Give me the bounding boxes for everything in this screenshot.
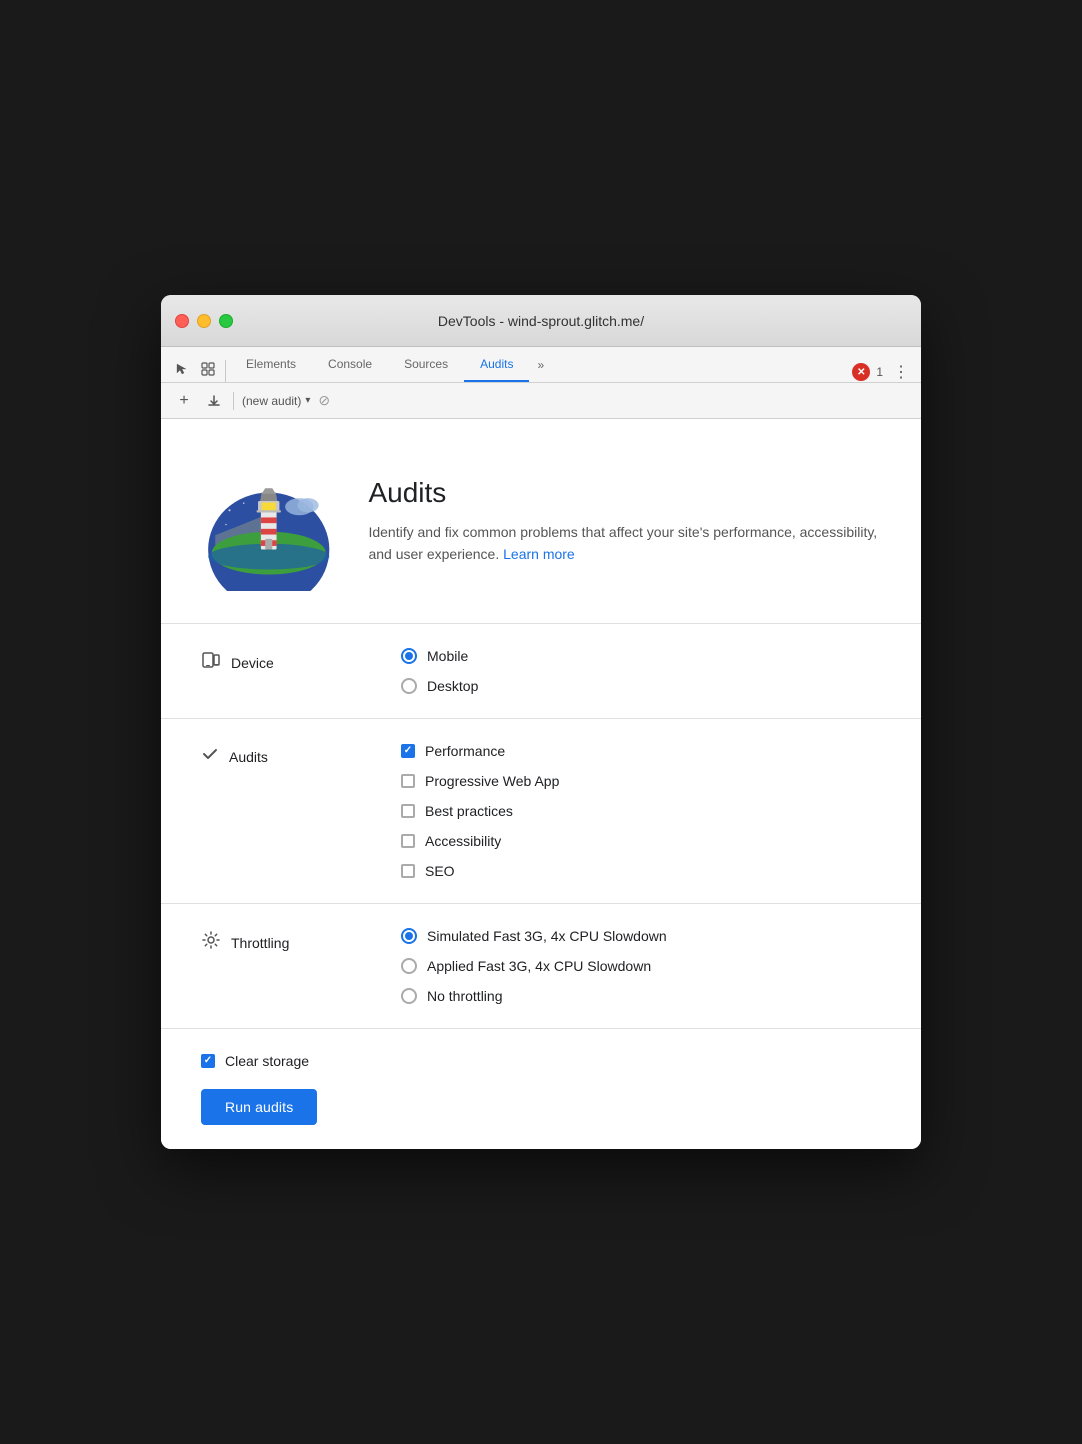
title-bar: DevTools - wind-sprout.glitch.me/ xyxy=(161,295,921,347)
hero-text: Audits Identify and fix common problems … xyxy=(368,477,881,566)
main-content: Audits Identify and fix common problems … xyxy=(161,419,921,1149)
tab-elements[interactable]: Elements xyxy=(230,347,312,382)
inspect-icon[interactable] xyxy=(195,356,221,382)
throttling-label: Throttling xyxy=(201,928,361,955)
tab-sources[interactable]: Sources xyxy=(388,347,464,382)
audit-select-text: (new audit) xyxy=(242,394,301,408)
simulated-radio[interactable] xyxy=(401,928,417,944)
device-mobile-option[interactable]: Mobile xyxy=(401,648,478,664)
throttling-options: Simulated Fast 3G, 4x CPU Slowdown Appli… xyxy=(401,928,667,1004)
window-title: DevTools - wind-sprout.glitch.me/ xyxy=(438,313,644,329)
applied-radio[interactable] xyxy=(401,958,417,974)
run-audits-button[interactable]: Run audits xyxy=(201,1089,317,1125)
more-menu-button[interactable]: ⋮ xyxy=(889,362,913,382)
hero-title: Audits xyxy=(368,477,881,509)
audit-selector[interactable]: (new audit) ▾ xyxy=(242,394,310,408)
cancel-icon[interactable]: ⊘ xyxy=(318,392,330,409)
audits-section: Audits Performance Progressive Web App B… xyxy=(161,719,921,904)
devtools-window: DevTools - wind-sprout.glitch.me/ Elemen… xyxy=(161,295,921,1149)
seo-checkbox[interactable] xyxy=(401,864,415,878)
audit-toolbar-divider xyxy=(233,392,234,410)
error-count: 1 xyxy=(876,365,883,379)
lighthouse-illustration xyxy=(201,451,336,591)
close-button[interactable] xyxy=(175,314,189,328)
tab-console[interactable]: Console xyxy=(312,347,388,382)
hero-description: Identify and fix common problems that af… xyxy=(368,521,881,566)
learn-more-link[interactable]: Learn more xyxy=(503,546,575,562)
desktop-radio[interactable] xyxy=(401,678,417,694)
tabs-right-controls: ✕ 1 ⋮ xyxy=(852,362,913,382)
audit-bestpractices-option[interactable]: Best practices xyxy=(401,803,559,819)
tab-audits[interactable]: Audits xyxy=(464,347,529,382)
clear-storage-checkbox[interactable] xyxy=(201,1054,215,1068)
device-label: Device xyxy=(201,648,361,675)
audit-pwa-option[interactable]: Progressive Web App xyxy=(401,773,559,789)
device-options: Mobile Desktop xyxy=(401,648,478,694)
throttling-none-option[interactable]: No throttling xyxy=(401,988,667,1004)
audit-seo-option[interactable]: SEO xyxy=(401,863,559,879)
tabs-bar: Elements Console Sources Audits » ✕ 1 ⋮ xyxy=(161,347,921,383)
gear-icon xyxy=(201,930,221,955)
throttling-section: Throttling Simulated Fast 3G, 4x CPU Slo… xyxy=(161,904,921,1029)
hero-section: Audits Identify and fix common problems … xyxy=(161,419,921,624)
bottom-section: Clear storage Run audits xyxy=(161,1029,921,1149)
mobile-radio[interactable] xyxy=(401,648,417,664)
bestpractices-checkbox[interactable] xyxy=(401,804,415,818)
maximize-button[interactable] xyxy=(219,314,233,328)
audits-options: Performance Progressive Web App Best pra… xyxy=(401,743,559,879)
throttling-simulated-option[interactable]: Simulated Fast 3G, 4x CPU Slowdown xyxy=(401,928,667,944)
tab-divider xyxy=(225,360,226,382)
audit-accessibility-option[interactable]: Accessibility xyxy=(401,833,559,849)
traffic-lights xyxy=(175,314,233,328)
add-audit-button[interactable]: + xyxy=(173,390,195,412)
pwa-checkbox[interactable] xyxy=(401,774,415,788)
chevron-down-icon: ▾ xyxy=(305,395,310,406)
minimize-button[interactable] xyxy=(197,314,211,328)
cursor-icon[interactable] xyxy=(169,356,195,382)
device-icon xyxy=(201,650,221,675)
clear-storage-option[interactable]: Clear storage xyxy=(201,1053,881,1069)
nothrottling-radio[interactable] xyxy=(401,988,417,1004)
device-section: Device Mobile Desktop xyxy=(161,624,921,719)
audit-performance-option[interactable]: Performance xyxy=(401,743,559,759)
audit-toolbar: + (new audit) ▾ ⊘ xyxy=(161,383,921,419)
more-tabs-button[interactable]: » xyxy=(529,347,552,382)
audits-label: Audits xyxy=(201,743,361,768)
download-button[interactable] xyxy=(203,390,225,412)
check-icon xyxy=(201,745,219,768)
error-badge: ✕ xyxy=(852,363,870,381)
throttling-applied-option[interactable]: Applied Fast 3G, 4x CPU Slowdown xyxy=(401,958,667,974)
performance-checkbox[interactable] xyxy=(401,744,415,758)
accessibility-checkbox[interactable] xyxy=(401,834,415,848)
device-desktop-option[interactable]: Desktop xyxy=(401,678,478,694)
